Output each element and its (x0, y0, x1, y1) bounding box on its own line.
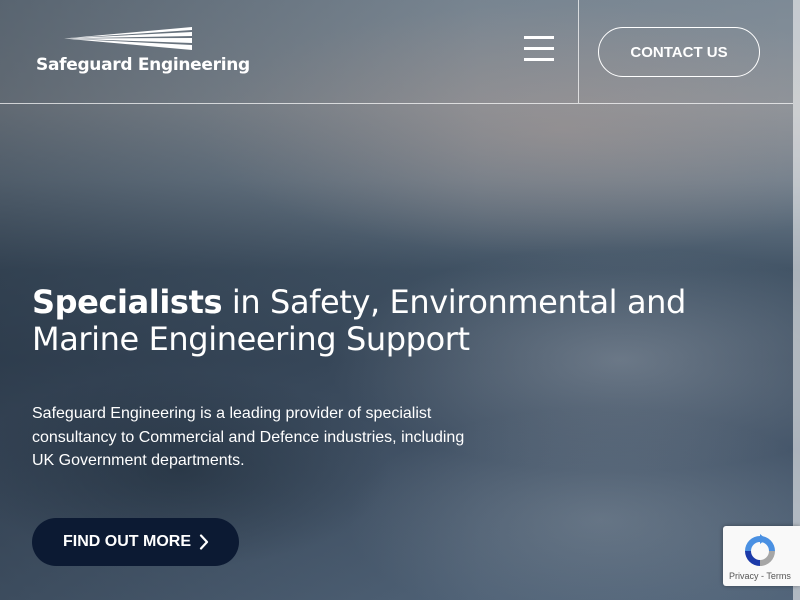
logo-mark-icon (64, 27, 192, 50)
hero-headline: Specialists in Safety, Environmental and… (32, 284, 712, 358)
contact-us-button[interactable]: CONTACT US (598, 27, 760, 77)
header-divider (578, 0, 579, 103)
menu-button[interactable] (520, 34, 558, 64)
find-out-more-button[interactable]: FIND OUT MORE (32, 518, 239, 566)
chevron-right-icon (199, 534, 209, 550)
hero-headline-strong: Specialists (32, 283, 223, 321)
hamburger-menu-icon (524, 36, 554, 39)
recaptcha-badge[interactable]: Privacy - Terms (723, 526, 800, 586)
hero-description: Safeguard Engineering is a leading provi… (32, 405, 465, 469)
site-logo[interactable]: Safeguard Engineering (36, 26, 250, 80)
page: Safeguard Engineering CONTACT US Special… (0, 0, 800, 600)
scrollbar[interactable] (793, 0, 800, 600)
find-out-more-label: FIND OUT MORE (63, 533, 191, 550)
recaptcha-icon (745, 534, 775, 566)
logo-text: Safeguard Engineering (36, 55, 250, 75)
recaptcha-links: Privacy - Terms (729, 571, 791, 581)
recaptcha-privacy-link[interactable]: Privacy (729, 571, 759, 581)
hamburger-menu-icon (524, 58, 554, 61)
recaptcha-terms-link[interactable]: Terms (766, 571, 791, 581)
site-header: Safeguard Engineering CONTACT US (0, 0, 793, 104)
hamburger-menu-icon (524, 47, 554, 50)
